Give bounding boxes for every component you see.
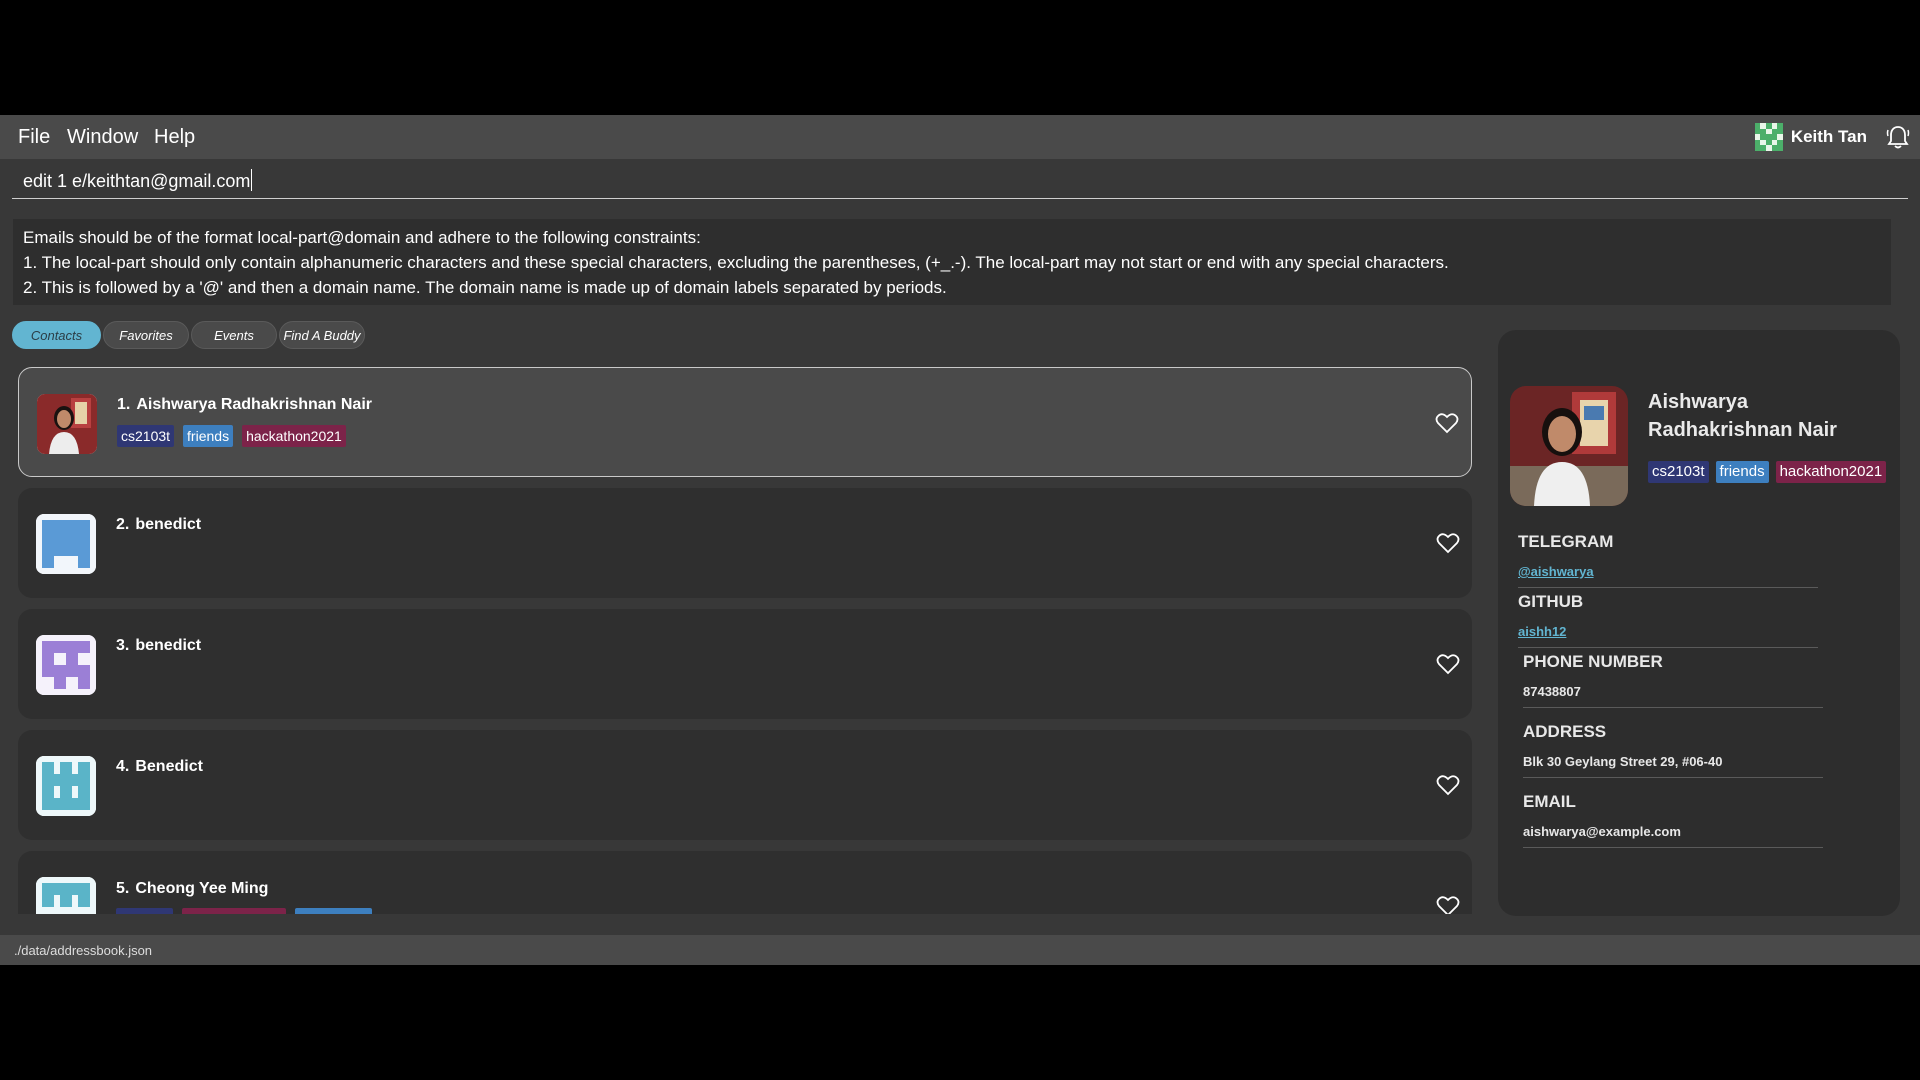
menu-window[interactable]: Window bbox=[67, 126, 138, 149]
contact-avatar bbox=[36, 756, 96, 816]
detail-tags: cs2103t friends hackathon2021 bbox=[1648, 461, 1893, 483]
notification-bell-icon[interactable] bbox=[1884, 123, 1912, 151]
contact-detail-panel: Aishwarya Radhakrishnan Nair cs2103t fri… bbox=[1498, 330, 1900, 916]
command-input[interactable]: edit 1 e/keithtan@gmail.com bbox=[12, 159, 1908, 199]
tag: friends bbox=[183, 425, 234, 447]
result-line: Emails should be of the format local-par… bbox=[23, 228, 701, 247]
tab-events[interactable]: Events bbox=[191, 321, 277, 349]
email-value: aishwarya@example.com bbox=[1523, 824, 1681, 839]
phone-label: PHONE NUMBER bbox=[1523, 652, 1663, 671]
contact-name: 1. Aishwarya Radhakrishnan Nair bbox=[117, 396, 372, 413]
favorite-heart-icon[interactable] bbox=[1436, 653, 1460, 675]
favorite-heart-icon[interactable] bbox=[1436, 895, 1460, 914]
divider bbox=[1523, 707, 1823, 708]
tab-bar: Contacts Favorites Events Find A Buddy bbox=[12, 321, 367, 349]
address-label: ADDRESS bbox=[1523, 722, 1607, 741]
tab-find-a-buddy[interactable]: Find A Buddy bbox=[279, 321, 365, 349]
contact-tags: cs2103t friends hackathon2021 bbox=[117, 425, 355, 447]
contact-name: 4. Benedict bbox=[116, 758, 203, 775]
contact-photo bbox=[37, 394, 97, 454]
tag: cs2103t bbox=[116, 908, 174, 914]
email-label: EMAIL bbox=[1523, 792, 1576, 811]
divider bbox=[1523, 847, 1823, 848]
favorite-heart-icon[interactable] bbox=[1436, 532, 1460, 554]
contact-avatar bbox=[36, 877, 96, 914]
menu-help[interactable]: Help bbox=[154, 126, 195, 149]
contact-card[interactable]: 4. Benedict bbox=[18, 730, 1472, 840]
tab-contacts[interactable]: Contacts bbox=[12, 321, 101, 349]
telegram-link[interactable]: @aishwarya bbox=[1518, 564, 1594, 579]
telegram-label: TELEGRAM bbox=[1518, 532, 1614, 551]
github-link[interactable]: aishh12 bbox=[1518, 624, 1566, 639]
tag: cs2103t bbox=[117, 425, 175, 447]
tag: hackathon2021 bbox=[182, 908, 286, 914]
status-file-path: ./data/addressbook.json bbox=[14, 943, 153, 958]
tag: cs2103t bbox=[1648, 461, 1709, 483]
tab-favorites[interactable]: Favorites bbox=[103, 321, 189, 349]
menu-bar: File Window Help Keith Tan bbox=[0, 115, 1920, 159]
tag: friends bbox=[1715, 461, 1769, 483]
command-text: edit 1 e/keithtan@gmail.com bbox=[23, 171, 251, 191]
contact-list[interactable]: 1. Aishwarya Radhakrishnan Nair cs2103t f… bbox=[18, 367, 1472, 914]
user-profile[interactable]: Keith Tan bbox=[1751, 120, 1875, 154]
contact-card[interactable]: 1. Aishwarya Radhakrishnan Nair cs2103t f… bbox=[18, 367, 1472, 477]
contact-avatar bbox=[36, 635, 96, 695]
contact-card[interactable]: 3. benedict bbox=[18, 609, 1472, 719]
contact-tags: cs2103t hackathon2021 neighbours bbox=[116, 908, 381, 914]
address-value: Blk 30 Geylang Street 29, #06-40 bbox=[1523, 754, 1723, 769]
user-name: Keith Tan bbox=[1790, 127, 1867, 146]
divider bbox=[1518, 587, 1818, 588]
contact-card[interactable]: 5.Cheong Yee Ming cs2103t hackathon2021 … bbox=[18, 851, 1472, 914]
divider bbox=[1523, 777, 1823, 778]
menu-file[interactable]: File bbox=[18, 126, 50, 149]
result-line: 1. The local-part should only contain al… bbox=[23, 253, 1449, 272]
github-label: GITHUB bbox=[1518, 592, 1584, 611]
divider bbox=[1518, 647, 1818, 648]
favorite-heart-icon[interactable] bbox=[1435, 412, 1459, 434]
contact-name: 3. benedict bbox=[116, 637, 202, 654]
tag: hackathon2021 bbox=[1775, 461, 1887, 483]
user-avatar bbox=[1754, 123, 1783, 151]
tag: neighbours bbox=[294, 908, 373, 914]
app-window: File Window Help Keith Tan edit 1 e/keit… bbox=[0, 115, 1920, 965]
phone-value: 87438807 bbox=[1523, 684, 1581, 699]
detail-photo bbox=[1510, 386, 1628, 506]
favorite-heart-icon[interactable] bbox=[1436, 774, 1460, 796]
result-line: 2. This is followed by a '@' and then a … bbox=[23, 278, 947, 297]
contact-name: 5. Cheong Yee Ming bbox=[116, 880, 269, 897]
contact-avatar bbox=[36, 514, 96, 574]
tag: hackathon2021 bbox=[242, 425, 346, 447]
result-display: Emails should be of the format local-par… bbox=[13, 219, 1891, 305]
contact-card[interactable]: 2. benedict bbox=[18, 488, 1472, 598]
contact-name: 2. benedict bbox=[116, 516, 202, 533]
status-bar: ./data/addressbook.json bbox=[0, 935, 1920, 965]
text-caret bbox=[251, 169, 253, 191]
detail-name: Aishwarya Radhakrishnan Nair bbox=[1648, 391, 1837, 441]
